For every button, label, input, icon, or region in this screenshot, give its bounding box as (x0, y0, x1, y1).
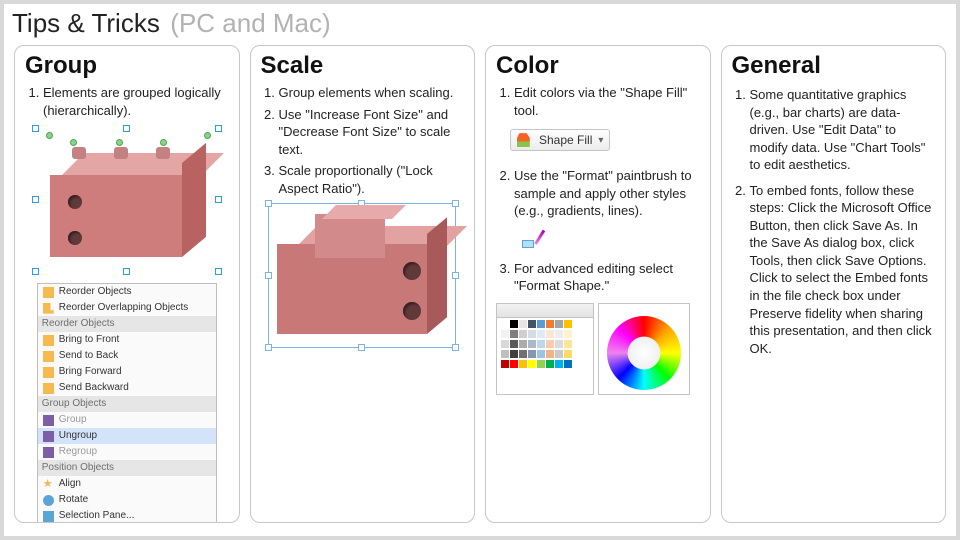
menu-send-to-back[interactable]: Send to Back (38, 348, 216, 364)
bring-front-icon (43, 335, 54, 346)
group-tip-1: Elements are grouped logically (hierarch… (43, 84, 229, 119)
color-tips-list-1: Edit colors via the "Shape Fill" tool. (496, 84, 700, 119)
menu-selection-pane[interactable]: Selection Pane... (38, 508, 216, 523)
send-back-icon (43, 351, 54, 362)
general-tips-list: Some quantitative graphics (e.g., bar ch… (732, 86, 936, 357)
grouped-3d-block-illustration (32, 125, 222, 275)
column-scale: Scale Group elements when scaling. Use "… (250, 45, 476, 523)
selection-pane-icon (43, 511, 54, 522)
menu-regroup[interactable]: Regroup (38, 444, 216, 460)
column-group: Group Elements are grouped logically (hi… (14, 45, 240, 523)
column-group-heading: Group (25, 52, 229, 80)
menu-bring-to-front[interactable]: Bring to Front (38, 332, 216, 348)
overlap-icon (43, 303, 54, 314)
arrange-context-menu: Reorder Objects Reorder Overlapping Obje… (37, 283, 217, 523)
chevron-down-icon: ▾ (598, 135, 603, 146)
scale-3d-block-illustration (268, 203, 456, 348)
rotate-icon (43, 495, 54, 506)
scale-tip-3: Scale proportionally ("Lock Aspect Ratio… (279, 162, 465, 197)
menu-reorder-objects-top[interactable]: Reorder Objects (38, 284, 216, 300)
color-tip-1: Edit colors via the "Shape Fill" tool. (514, 84, 700, 119)
column-color-heading: Color (496, 52, 700, 80)
shape-fill-button[interactable]: Shape Fill ▾ (510, 129, 610, 151)
scale-tips-list: Group elements when scaling. Use "Increa… (261, 84, 465, 197)
send-backward-icon (43, 383, 54, 394)
scale-tip-1: Group elements when scaling. (279, 84, 465, 102)
menu-reorder-overlapping[interactable]: Reorder Overlapping Objects (38, 300, 216, 316)
ungroup-icon (43, 431, 54, 442)
menu-section-reorder: Reorder Objects (38, 316, 216, 332)
color-wheel-icon (607, 316, 681, 390)
menu-align[interactable]: ★Align (38, 476, 216, 492)
shape-fill-label: Shape Fill (539, 133, 592, 147)
color-tips-list-3: For advanced editing select "Format Shap… (496, 260, 700, 295)
group-tips-list: Elements are grouped logically (hierarch… (25, 84, 229, 119)
column-scale-heading: Scale (261, 52, 465, 80)
menu-bring-forward[interactable]: Bring Forward (38, 364, 216, 380)
align-icon: ★ (43, 479, 54, 490)
menu-group[interactable]: Group (38, 412, 216, 428)
paint-bucket-icon (517, 133, 533, 147)
menu-send-backward[interactable]: Send Backward (38, 380, 216, 396)
format-shape-inspector-illustration (496, 303, 700, 395)
menu-section-group: Group Objects (38, 396, 216, 412)
columns-container: Group Elements are grouped logically (hi… (4, 41, 956, 533)
color-tip-3: For advanced editing select "Format Shap… (514, 260, 700, 295)
menu-rotate[interactable]: Rotate (38, 492, 216, 508)
swatch-panel (496, 303, 594, 395)
regroup-icon (43, 447, 54, 458)
bring-forward-icon (43, 367, 54, 378)
format-painter-icon (522, 228, 548, 252)
stack-icon (43, 287, 54, 298)
menu-section-position: Position Objects (38, 460, 216, 476)
color-tips-list-2: Use the "Format" paintbrush to sample an… (496, 167, 700, 220)
page-subtitle: (PC and Mac) (170, 8, 330, 38)
page-title: Tips & Tricks (12, 8, 160, 38)
color-tip-2: Use the "Format" paintbrush to sample an… (514, 167, 700, 220)
menu-ungroup[interactable]: Ungroup (38, 428, 216, 444)
title-bar: Tips & Tricks (PC and Mac) (4, 4, 956, 41)
column-general: General Some quantitative graphics (e.g.… (721, 45, 947, 523)
slide-frame: Tips & Tricks (PC and Mac) Group Element… (4, 4, 956, 536)
scale-tip-2: Use "Increase Font Size" and "Decrease F… (279, 106, 465, 159)
column-color: Color Edit colors via the "Shape Fill" t… (485, 45, 711, 523)
general-tip-1: Some quantitative graphics (e.g., bar ch… (750, 86, 936, 174)
column-general-heading: General (732, 52, 936, 80)
color-wheel-panel (598, 303, 690, 395)
general-tip-2: To embed fonts, follow these steps: Clic… (750, 182, 936, 357)
group-icon (43, 415, 54, 426)
